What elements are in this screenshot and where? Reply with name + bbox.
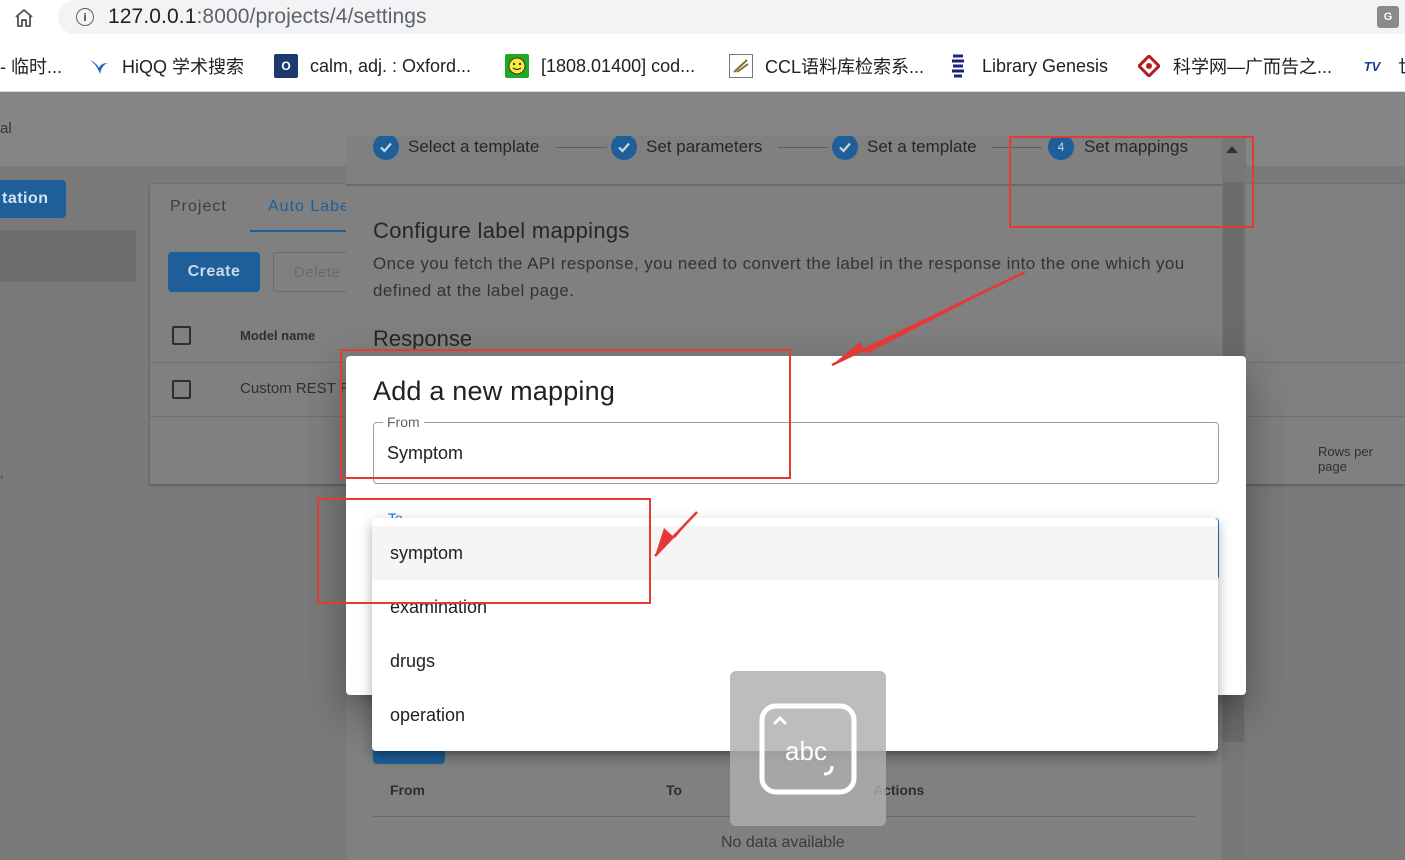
annotation-box-set-mappings: [1009, 136, 1254, 228]
start-annotation-button[interactable]: tation: [0, 180, 66, 218]
bookmark-label: - 临时...: [0, 57, 62, 77]
app-header-title: al: [0, 120, 12, 137]
step-set-parameters[interactable]: Set parameters: [611, 136, 763, 160]
edge-fragment: ,: [0, 466, 4, 480]
address-bar[interactable]: i 127.0.0.1:8000/projects/4/settings G: [58, 0, 1405, 34]
step-select-template[interactable]: Select a template: [373, 136, 540, 160]
step-label: Set parameters: [646, 137, 763, 156]
step-connector: [778, 147, 828, 148]
step-label: Set a template: [867, 137, 977, 156]
check-icon: [832, 136, 858, 160]
bookmark-item[interactable]: Library Genesis: [946, 52, 1108, 80]
check-icon: [373, 136, 399, 160]
create-button[interactable]: Create: [168, 252, 260, 292]
bookmark-label: calm, adj. : Oxford...: [310, 55, 472, 76]
section-title: Configure label mappings: [373, 218, 630, 243]
step-connector: [557, 147, 607, 148]
tab-auto-labeling[interactable]: Auto Labe: [268, 198, 350, 216]
section-description: Once you fetch the API response, you nee…: [373, 254, 1185, 300]
annotation-box-symptom-option: [317, 498, 651, 604]
home-icon[interactable]: [10, 4, 38, 32]
sciencenet-icon: [1137, 54, 1161, 78]
input-method-indicator: abc: [730, 671, 886, 826]
oxford-icon: O: [274, 54, 298, 78]
browser-toolbar: i 127.0.0.1:8000/projects/4/settings G -…: [0, 0, 1405, 92]
bookmark-item[interactable]: - 临时...: [0, 52, 62, 80]
bookmark-label: Library Genesis: [982, 55, 1109, 76]
tab-indicator: [250, 230, 350, 232]
bookmarks-bar: - 临时... HiQQ 学术搜索 O calm, adj. : Oxford.…: [0, 46, 1405, 86]
tv-icon: TV: [1363, 58, 1381, 74]
url-text[interactable]: 127.0.0.1:8000/projects/4/settings: [108, 5, 427, 29]
bookmark-item[interactable]: 科学网—广而告之...: [1137, 52, 1332, 80]
step-set-template[interactable]: Set a template: [832, 136, 977, 160]
ccl-icon: [729, 54, 753, 78]
no-data-message: No data available: [721, 834, 845, 851]
annotation-box-from-field: [340, 349, 791, 479]
bookmark-label: [1808.01400] cod...: [541, 55, 696, 76]
row-checkbox[interactable]: [172, 380, 191, 399]
info-icon[interactable]: i: [76, 8, 94, 26]
bookmark-label: 世: [1398, 53, 1405, 79]
translate-icon[interactable]: G: [1377, 6, 1399, 28]
step-label: Select a template: [408, 137, 540, 156]
check-icon: [611, 136, 637, 160]
bookmark-item[interactable]: CCL语料库检索系...: [729, 52, 924, 80]
tab-project[interactable]: Project: [170, 198, 227, 216]
bookmark-label: HiQQ 学术搜索: [122, 57, 245, 77]
column-header-to[interactable]: To: [666, 782, 682, 798]
library-icon: [946, 54, 970, 78]
bookmark-item[interactable]: HiQQ 学术搜索: [86, 52, 244, 80]
column-header-from[interactable]: From: [390, 782, 425, 798]
keyboard-icon: abc: [759, 703, 857, 794]
bookmark-item[interactable]: O calm, adj. : Oxford...: [274, 52, 471, 80]
keyboard-mode-text: abc: [785, 736, 827, 766]
select-all-checkbox[interactable]: [172, 326, 191, 345]
sidebar-active-item[interactable]: [0, 230, 136, 282]
bird-icon: [86, 54, 110, 78]
rows-per-page-label: Rows per page: [1318, 444, 1373, 474]
bookmark-item[interactable]: [1808.01400] cod...: [505, 52, 695, 80]
column-header-model-name[interactable]: Model name: [240, 328, 315, 343]
bookmark-label: 科学网—广而告之...: [1173, 57, 1333, 77]
table-cell-model-name: Custom REST R: [240, 380, 351, 397]
smiley-icon: [505, 54, 529, 78]
delete-button[interactable]: Delete: [273, 252, 353, 292]
bookmark-label: CCL语料库检索系...: [765, 57, 925, 77]
bookmark-item[interactable]: TV 世: [1358, 52, 1405, 80]
